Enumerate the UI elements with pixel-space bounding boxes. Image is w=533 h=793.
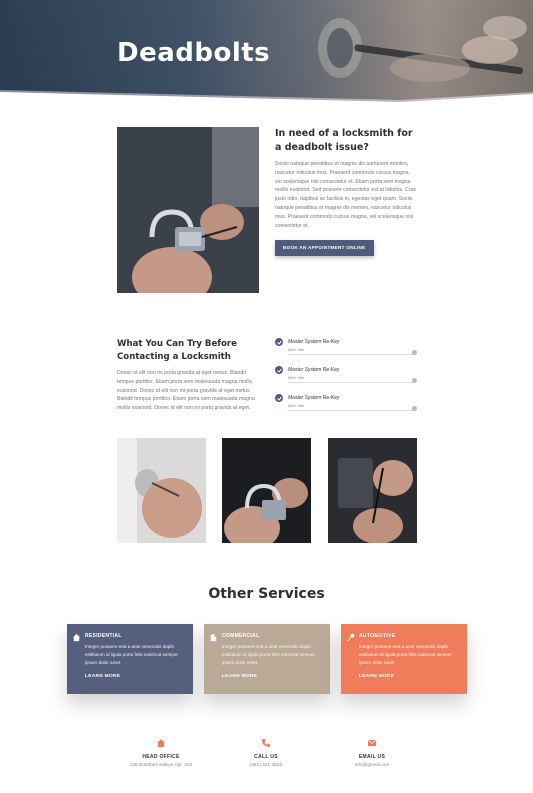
more-info-link[interactable]: More Info <box>288 348 304 352</box>
service-card-title: COMMERCIAL <box>222 633 260 639</box>
more-info-link[interactable]: More Info <box>288 376 304 380</box>
try-before-section: What You Can Try Before Contacting a Loc… <box>117 338 263 413</box>
check-icon <box>275 394 283 402</box>
checklist: Master System Re-Key More Info Master Sy… <box>275 337 417 421</box>
contact-value[interactable]: info@gmail.com <box>312 763 432 768</box>
checklist-item-label: Master System Re-Key <box>288 395 340 401</box>
divider <box>288 410 414 411</box>
contact-title: CALL US <box>254 754 278 760</box>
contact-email-us[interactable]: EMAIL US info@gmail.com <box>312 738 432 768</box>
divider <box>288 382 414 383</box>
contact-value: 136 Botsford Valleys Apt. 264 <box>129 763 193 768</box>
contact-value[interactable]: (451) 321-3522 <box>206 763 326 768</box>
checklist-item-label: Master System Re-Key <box>288 367 340 373</box>
service-card-body: Integer posuere erat a ante venenatis da… <box>222 644 315 665</box>
checklist-item[interactable]: Master System Re-Key More Info <box>275 393 417 421</box>
expand-icon[interactable] <box>412 406 417 411</box>
service-card-automotive[interactable]: AUTOMOTIVE Integer posuere erat a ante v… <box>341 624 467 694</box>
checklist-item[interactable]: Master System Re-Key More Info <box>275 365 417 393</box>
contact-call-us[interactable]: CALL US (451) 321-3522 <box>206 738 326 768</box>
service-card-title: AUTOMOTIVE <box>359 633 396 639</box>
phone-icon <box>262 739 270 747</box>
service-card-title: RESIDENTIAL <box>85 633 122 639</box>
hero-banner: Deadbolts <box>0 0 533 104</box>
gallery-image-lock-pick <box>328 438 417 543</box>
building-icon <box>210 633 217 642</box>
contact-head-office: HEAD OFFICE 136 Botsford Valleys Apt. 26… <box>101 738 221 768</box>
intro-section: In need of a locksmith for a deadbolt is… <box>275 127 417 257</box>
try-before-body: Donec id elit non mi porta gravida at eg… <box>117 370 255 412</box>
expand-icon[interactable] <box>412 378 417 383</box>
contact-title: HEAD OFFICE <box>142 754 180 760</box>
checklist-item[interactable]: Master System Re-Key More Info <box>275 337 417 365</box>
service-card-body: Integer posuere erat a ante venenatis da… <box>359 644 452 665</box>
checklist-item-label: Master System Re-Key <box>288 339 340 345</box>
expand-icon[interactable] <box>412 350 417 355</box>
gallery-image-padlock <box>222 438 311 543</box>
intro-body: Sociis natoque penatibus et magnis dis p… <box>275 161 416 229</box>
service-card-commercial[interactable]: COMMERCIAL Integer posuere erat a ante v… <box>204 624 330 694</box>
learn-more-link[interactable]: LEARN MORE <box>85 674 183 679</box>
home-icon <box>72 633 81 642</box>
intro-title: In need of a locksmith for a deadbolt is… <box>275 128 413 153</box>
contact-title: EMAIL US <box>358 754 386 760</box>
more-info-link[interactable]: More Info <box>288 404 304 408</box>
service-card-residential[interactable]: RESIDENTIAL Integer posuere erat a ante … <box>67 624 193 694</box>
divider <box>288 354 414 355</box>
book-appointment-button[interactable]: BOOK AN APPOINTMENT ONLINE <box>275 240 374 257</box>
check-icon <box>275 366 283 374</box>
home-icon <box>157 739 165 747</box>
page-title: Deadbolts <box>117 38 271 68</box>
key-icon <box>346 633 355 642</box>
hero-wave-divider <box>0 90 533 104</box>
locksmith-deadbolt-photo <box>117 127 259 293</box>
try-before-title: What You Can Try Before Contacting a Loc… <box>117 339 237 362</box>
service-card-body: Integer posuere erat a ante venenatis da… <box>85 644 178 665</box>
mail-icon <box>367 739 377 746</box>
learn-more-link[interactable]: LEARN MORE <box>222 674 320 679</box>
check-icon <box>275 338 283 346</box>
other-services-title: Other Services <box>208 586 325 602</box>
learn-more-link[interactable]: LEARN MORE <box>359 674 457 679</box>
gallery-image-lock-repair <box>117 438 206 543</box>
